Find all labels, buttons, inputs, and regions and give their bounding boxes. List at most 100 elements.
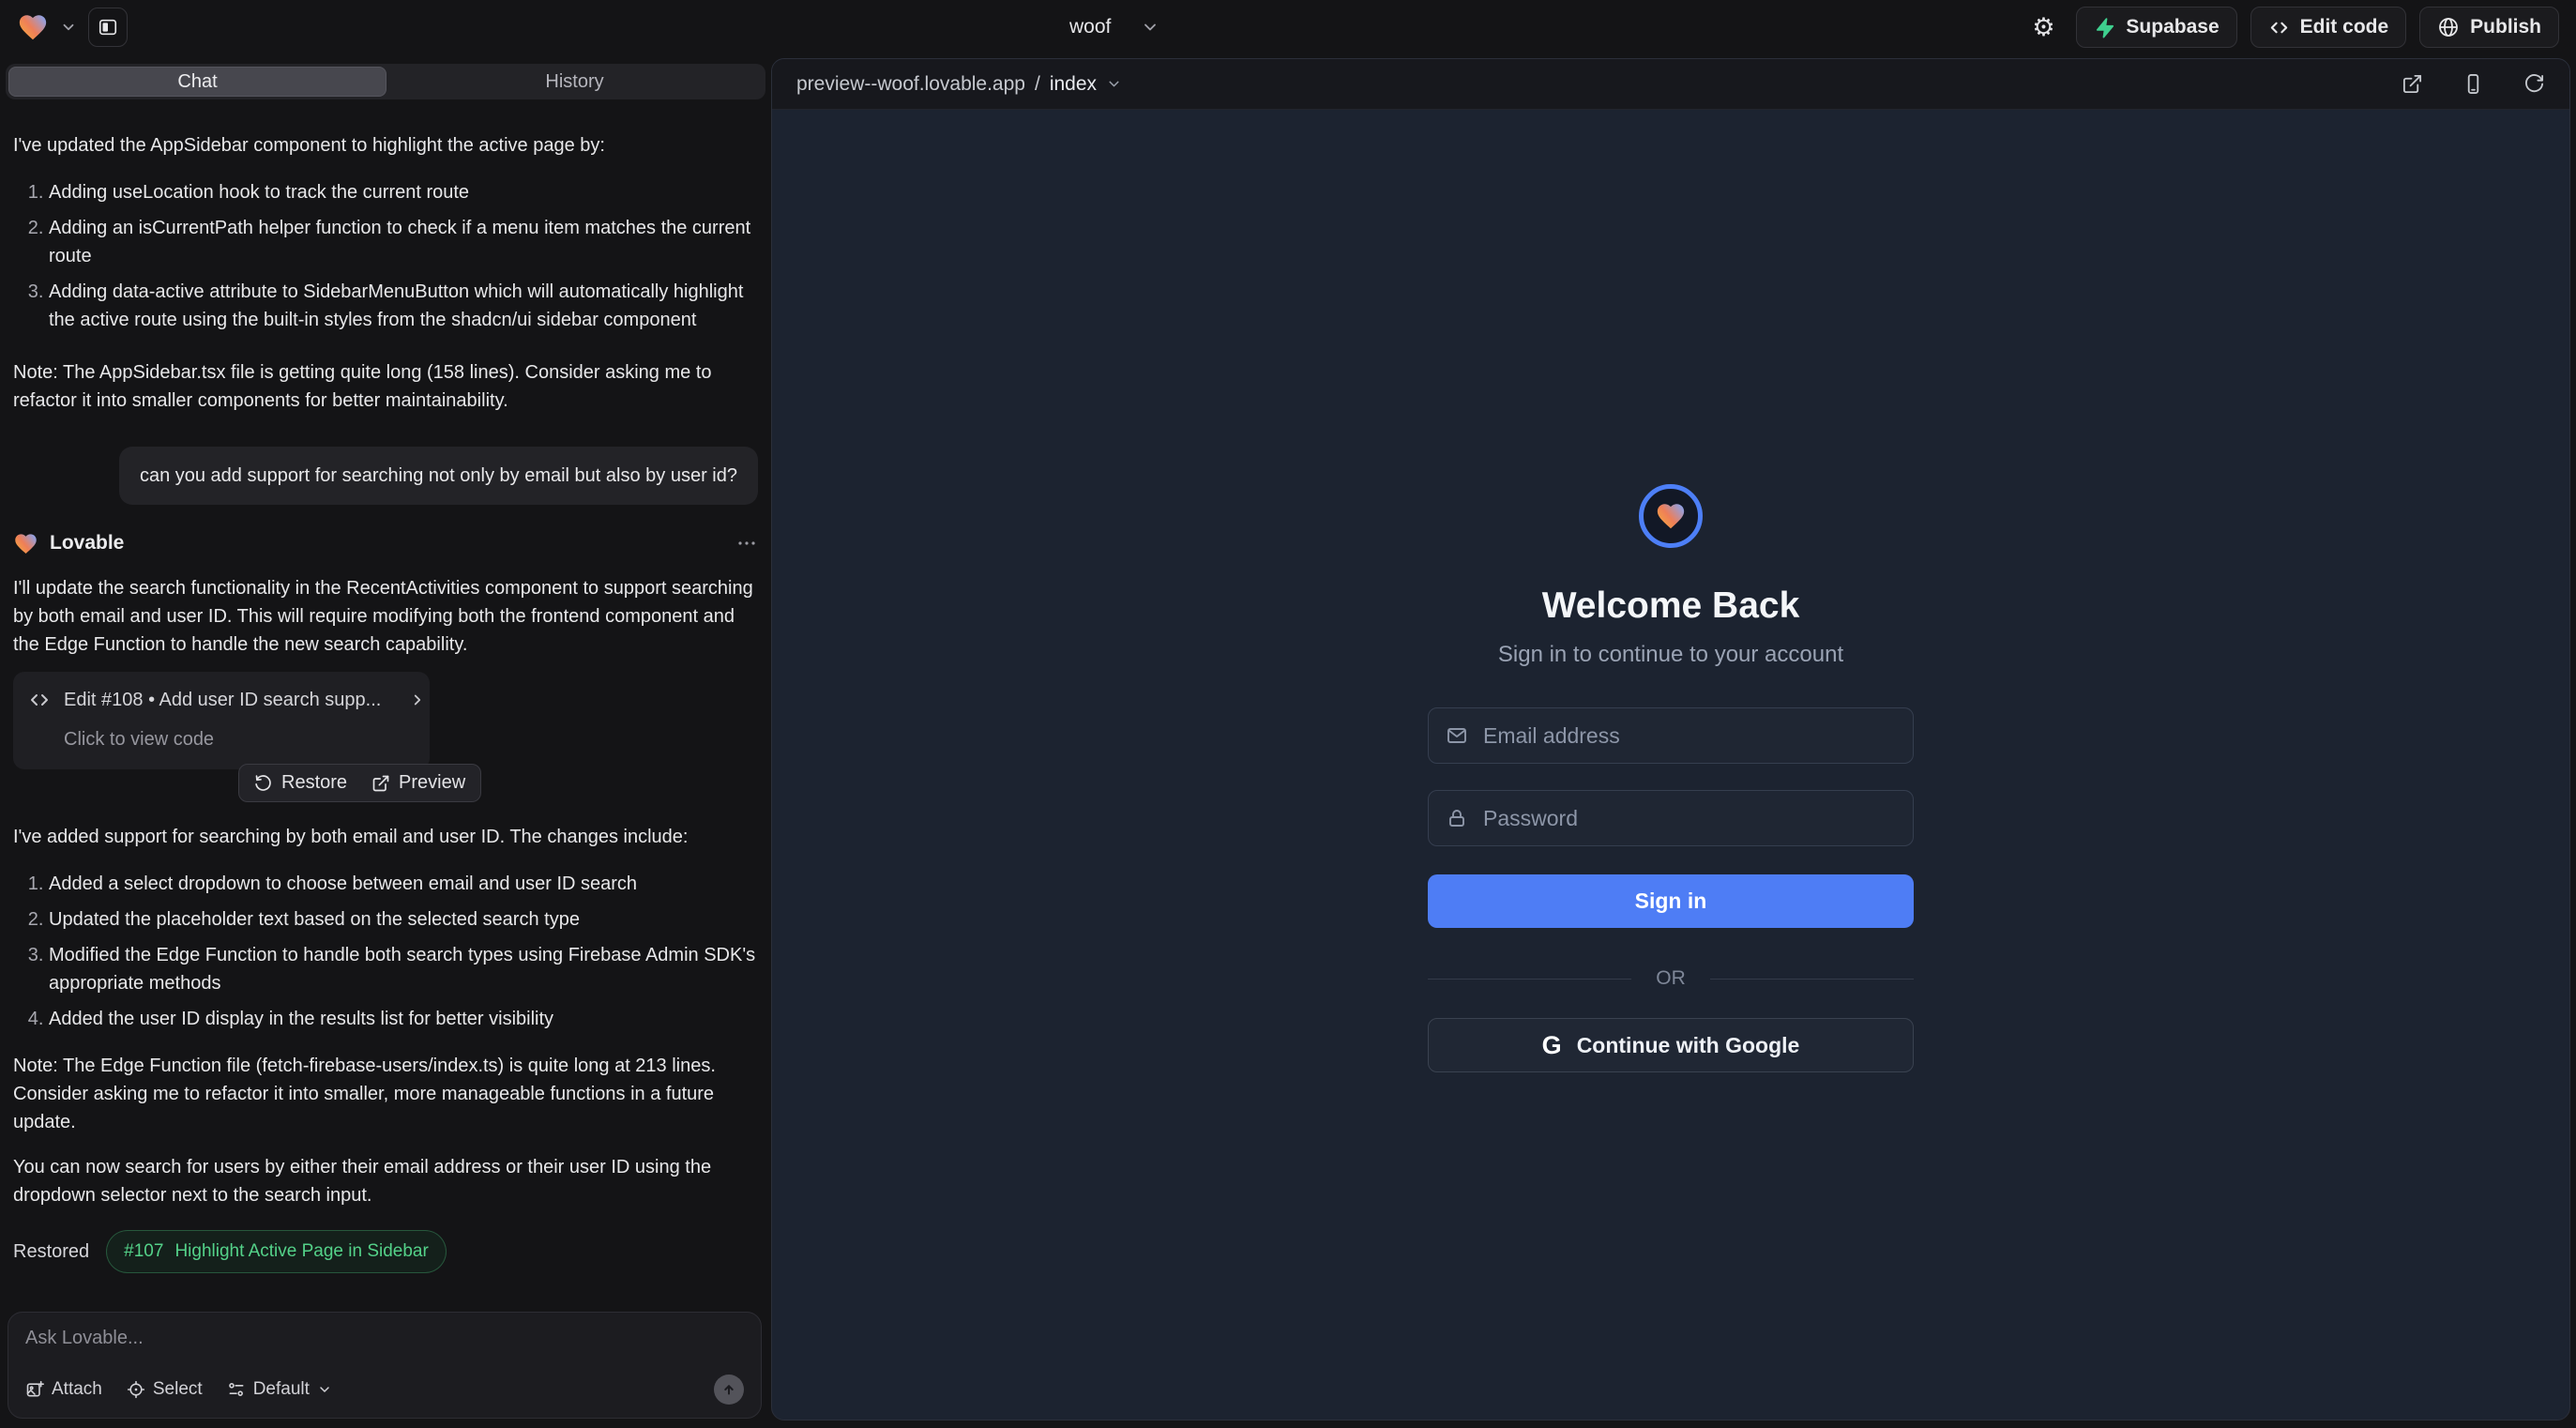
assistant-note: Note: The AppSidebar.tsx file is getting…: [13, 358, 758, 415]
divider-line: [1710, 979, 1914, 980]
signin-subtitle: Sign in to continue to your account: [1498, 642, 1843, 668]
supabase-bolt-icon: [2094, 17, 2115, 38]
composer: Attach Select Default: [8, 1312, 762, 1419]
email-field[interactable]: [1428, 707, 1914, 764]
restored-version-badge[interactable]: #107 Highlight Active Page in Sidebar: [106, 1230, 447, 1273]
publish-label: Publish: [2470, 16, 2541, 38]
image-plus-icon: [25, 1380, 44, 1399]
supabase-label: Supabase: [2126, 16, 2219, 38]
preview-label: Preview: [399, 772, 465, 794]
lovable-heart-logo-icon[interactable]: [17, 11, 49, 43]
restore-button[interactable]: Restore: [254, 772, 347, 794]
chat-messages: I've updated the AppSidebar component to…: [13, 114, 758, 1304]
project-name: woof: [1069, 16, 1111, 38]
mail-icon: [1446, 724, 1468, 747]
signin-form: Sign in: [1428, 707, 1914, 928]
tab-history[interactable]: History: [386, 67, 763, 97]
edit-card-title: Edit #108 • Add user ID search supp...: [64, 686, 381, 714]
sign-in-button[interactable]: Sign in: [1428, 874, 1914, 928]
google-g-icon: G: [1542, 1031, 1562, 1060]
google-button-label: Continue with Google: [1577, 1033, 1800, 1058]
version-number: #107: [124, 1238, 163, 1266]
mode-selector[interactable]: Default: [227, 1379, 332, 1400]
divider-label: OR: [1656, 967, 1686, 990]
chevron-down-icon: [1106, 76, 1122, 92]
code-icon: [2268, 17, 2290, 38]
preview-page: index: [1050, 73, 1097, 96]
chat-input[interactable]: [25, 1328, 744, 1349]
assistant-paragraph: I've added support for searching by both…: [13, 823, 758, 851]
preview-button[interactable]: Preview: [371, 772, 465, 794]
attach-label: Attach: [52, 1379, 102, 1400]
restore-label: Restore: [281, 772, 347, 794]
heart-icon: [1655, 500, 1687, 532]
list-item: Updated the placeholder text based on th…: [49, 905, 758, 934]
list-item: Added a select dropdown to choose betwee…: [49, 870, 758, 898]
select-button[interactable]: Select: [127, 1379, 203, 1400]
sliders-icon: [227, 1380, 246, 1399]
password-field[interactable]: [1428, 790, 1914, 846]
external-link-icon: [371, 774, 390, 793]
app-logo: [1639, 484, 1703, 548]
edit-code-button[interactable]: Edit code: [2250, 7, 2407, 48]
preview-url-breadcrumb[interactable]: preview--woof.lovable.app / index: [796, 73, 1122, 96]
chat-panel: Chat History I've updated the AppSidebar…: [0, 54, 771, 1428]
panel-left-icon: [98, 17, 118, 38]
or-divider: OR: [1428, 967, 1914, 990]
assistant-list: Adding useLocation hook to track the cur…: [13, 178, 758, 334]
select-label: Select: [153, 1379, 203, 1400]
message-actions: Restore Preview: [238, 764, 481, 802]
restored-label: Restored: [13, 1238, 89, 1266]
divider-line: [1428, 979, 1631, 980]
edit-card-subtitle: Click to view code: [64, 725, 415, 753]
preview-toolbar: preview--woof.lovable.app / index: [772, 59, 2569, 110]
open-in-new-tab-icon[interactable]: [2402, 73, 2423, 95]
topbar: woof ⚙ Supabase Edit code Publish: [0, 0, 2576, 54]
preview-panel: preview--woof.lovable.app / index: [771, 58, 2570, 1420]
edit-code-card[interactable]: Edit #108 • Add user ID search supp... C…: [13, 672, 430, 769]
assistant-note: Note: The Edge Function file (fetch-fire…: [13, 1052, 758, 1136]
mobile-view-icon[interactable]: [2462, 73, 2484, 95]
continue-with-google-button[interactable]: G Continue with Google: [1428, 1018, 1914, 1072]
chevron-down-icon: [1141, 18, 1159, 37]
list-item: Adding data-active attribute to SidebarM…: [49, 278, 758, 334]
more-options-icon[interactable]: [735, 532, 758, 554]
list-item: Added the user ID display in the results…: [49, 1005, 758, 1033]
publish-button[interactable]: Publish: [2419, 7, 2559, 48]
supabase-button[interactable]: Supabase: [2076, 7, 2236, 48]
list-item: Adding useLocation hook to track the cur…: [49, 178, 758, 206]
assistant-name: Lovable: [50, 529, 124, 557]
lock-icon: [1446, 807, 1468, 829]
attach-button[interactable]: Attach: [25, 1379, 102, 1400]
tab-chat[interactable]: Chat: [8, 67, 386, 97]
chevron-down-icon[interactable]: [60, 19, 77, 36]
preview-url: preview--woof.lovable.app: [796, 73, 1025, 96]
password-input[interactable]: [1483, 806, 1913, 831]
assistant-paragraph: I've updated the AppSidebar component to…: [13, 131, 758, 160]
mode-label: Default: [253, 1379, 310, 1400]
refresh-icon[interactable]: [2523, 73, 2545, 95]
send-button[interactable]: [714, 1375, 744, 1405]
assistant-paragraph: You can now search for users by either t…: [13, 1153, 758, 1209]
settings-button[interactable]: ⚙: [2023, 8, 2063, 47]
assistant-list: Added a select dropdown to choose betwee…: [13, 870, 758, 1033]
edit-code-label: Edit code: [2300, 16, 2389, 38]
list-item: Modified the Edge Function to handle bot…: [49, 941, 758, 997]
version-title: Highlight Active Page in Sidebar: [174, 1238, 428, 1266]
signin-card: Welcome Back Sign in to continue to your…: [1428, 484, 1914, 1420]
target-icon: [127, 1380, 145, 1399]
preview-content: Welcome Back Sign in to continue to your…: [772, 111, 2569, 1420]
breadcrumb-separator: /: [1035, 73, 1040, 96]
chevron-right-icon: [409, 691, 426, 708]
chat-history-tabs: Chat History: [6, 64, 765, 99]
code-icon: [28, 689, 51, 711]
assistant-paragraph: I'll update the search functionality in …: [13, 574, 758, 659]
lovable-heart-avatar-icon: [13, 531, 38, 556]
toggle-sidebar-button[interactable]: [88, 8, 128, 47]
signin-title: Welcome Back: [1542, 585, 1800, 627]
globe-icon: [2437, 16, 2460, 38]
assistant-header: Lovable: [13, 529, 758, 557]
restore-icon: [254, 774, 273, 793]
email-input[interactable]: [1483, 723, 1913, 749]
project-switcher[interactable]: woof: [1069, 0, 1159, 54]
